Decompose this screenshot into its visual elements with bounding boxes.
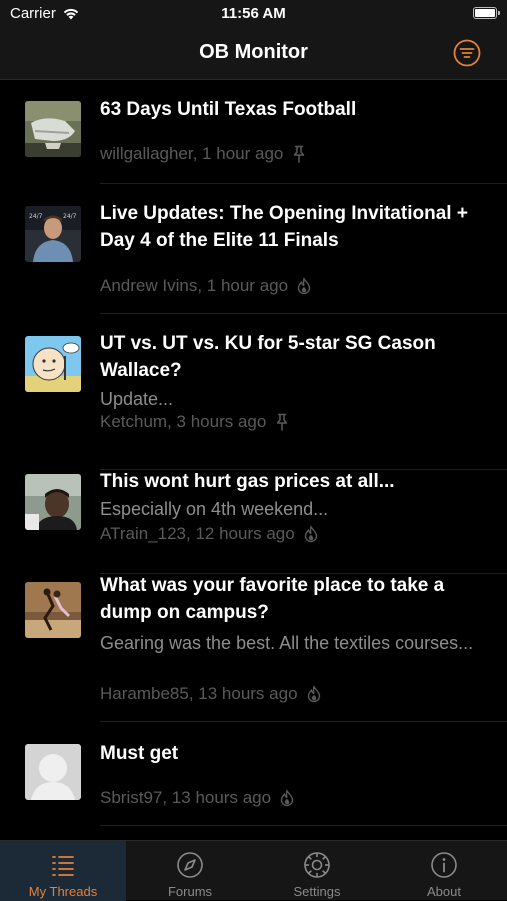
status-bar: Carrier 11:56 AM [0, 0, 507, 28]
thread-title: UT vs. UT vs. KU for 5-star SG Cason Wal… [100, 333, 436, 381]
thread-row[interactable]: 24/7 24/7 Live Updates: The Opening Invi… [0, 184, 507, 314]
filter-lines-icon [453, 39, 481, 67]
cartoon-avatar [25, 336, 81, 392]
tab-label: Settings [293, 884, 341, 899]
pin-icon [277, 413, 288, 431]
thread-title: Must get [100, 743, 179, 764]
flame-icon [297, 277, 311, 295]
tab-bar: My Threads Forums Settings About [0, 840, 507, 901]
thread-row[interactable]: UT vs. UT vs. KU for 5-star SG Cason Wal… [0, 314, 507, 470]
flame-icon [304, 525, 317, 543]
thread-preview: Gearing was the best. All the textiles c… [100, 633, 474, 653]
player-photo [25, 474, 81, 530]
tab-about[interactable]: About [381, 841, 507, 901]
tab-label: About [427, 884, 461, 899]
thread-author-time: Sbrist97, 13 hours ago [100, 788, 272, 807]
thread-row[interactable]: This wont hurt gas prices at all... Espe… [0, 470, 507, 574]
thread-meta: willgallagher, 1 hour ago [100, 144, 307, 164]
thread-preview: Update... [100, 389, 174, 409]
flame-icon [280, 789, 294, 807]
dancing-photo [25, 582, 81, 638]
tab-label: Forums [167, 884, 213, 899]
thread-list[interactable]: 63 Days Until Texas Football willgallagh… [0, 80, 507, 840]
thread-meta: ATrain_123, 12 hours ago [100, 524, 319, 544]
svg-text:24/7: 24/7 [63, 213, 77, 220]
battery-icon [473, 7, 500, 19]
pin-icon [294, 145, 305, 163]
thread-meta: Harambe85, 13 hours ago [100, 684, 322, 704]
thread-author-time: Ketchum, 3 hours ago [100, 412, 267, 431]
thread-row[interactable]: Must get Sbrist97, 13 hours ago [0, 722, 507, 826]
default-avatar [25, 744, 81, 800]
thread-preview: Especially on 4th weekend... [100, 499, 329, 519]
svg-text:24/7: 24/7 [29, 213, 43, 220]
tab-label: My Threads [28, 884, 98, 899]
tab-settings[interactable]: Settings [254, 841, 380, 901]
thread-row[interactable]: 63 Days Until Texas Football willgallagh… [0, 80, 507, 184]
thread-meta: Sbrist97, 13 hours ago [100, 788, 295, 808]
thread-author-time: Harambe85, 13 hours ago [100, 684, 298, 703]
tab-forums[interactable]: Forums [127, 841, 253, 901]
flame-icon [307, 685, 320, 703]
status-time: 11:56 AM [221, 5, 286, 22]
thread-title: What was your favorite place to take a d… [100, 575, 445, 623]
thread-title: Live Updates: The Opening Invitational +… [100, 203, 468, 251]
thread-author-time: willgallagher, 1 hour ago [100, 144, 284, 163]
page-title: OB Monitor [199, 41, 308, 63]
reporter-photo: 24/7 24/7 [25, 206, 81, 262]
list-icon [52, 856, 74, 876]
filter-button[interactable] [453, 39, 481, 67]
thread-row[interactable]: What was your favorite place to take a d… [0, 574, 507, 722]
navigation-bar: OB Monitor [0, 28, 507, 80]
thread-meta: Andrew Ivins, 1 hour ago [100, 276, 312, 296]
thread-meta: Ketchum, 3 hours ago [100, 412, 290, 432]
cleats-photo [25, 101, 81, 157]
info-icon [431, 852, 457, 878]
gear-icon [304, 852, 330, 878]
thread-title: 63 Days Until Texas Football [100, 99, 357, 120]
thread-author-time: Andrew Ivins, 1 hour ago [100, 276, 289, 295]
thread-author-time: ATrain_123, 12 hours ago [100, 524, 295, 543]
thread-title: This wont hurt gas prices at all... [100, 471, 395, 492]
row-divider [100, 825, 507, 826]
tab-my-threads[interactable]: My Threads [0, 841, 126, 901]
compass-icon [177, 852, 203, 878]
